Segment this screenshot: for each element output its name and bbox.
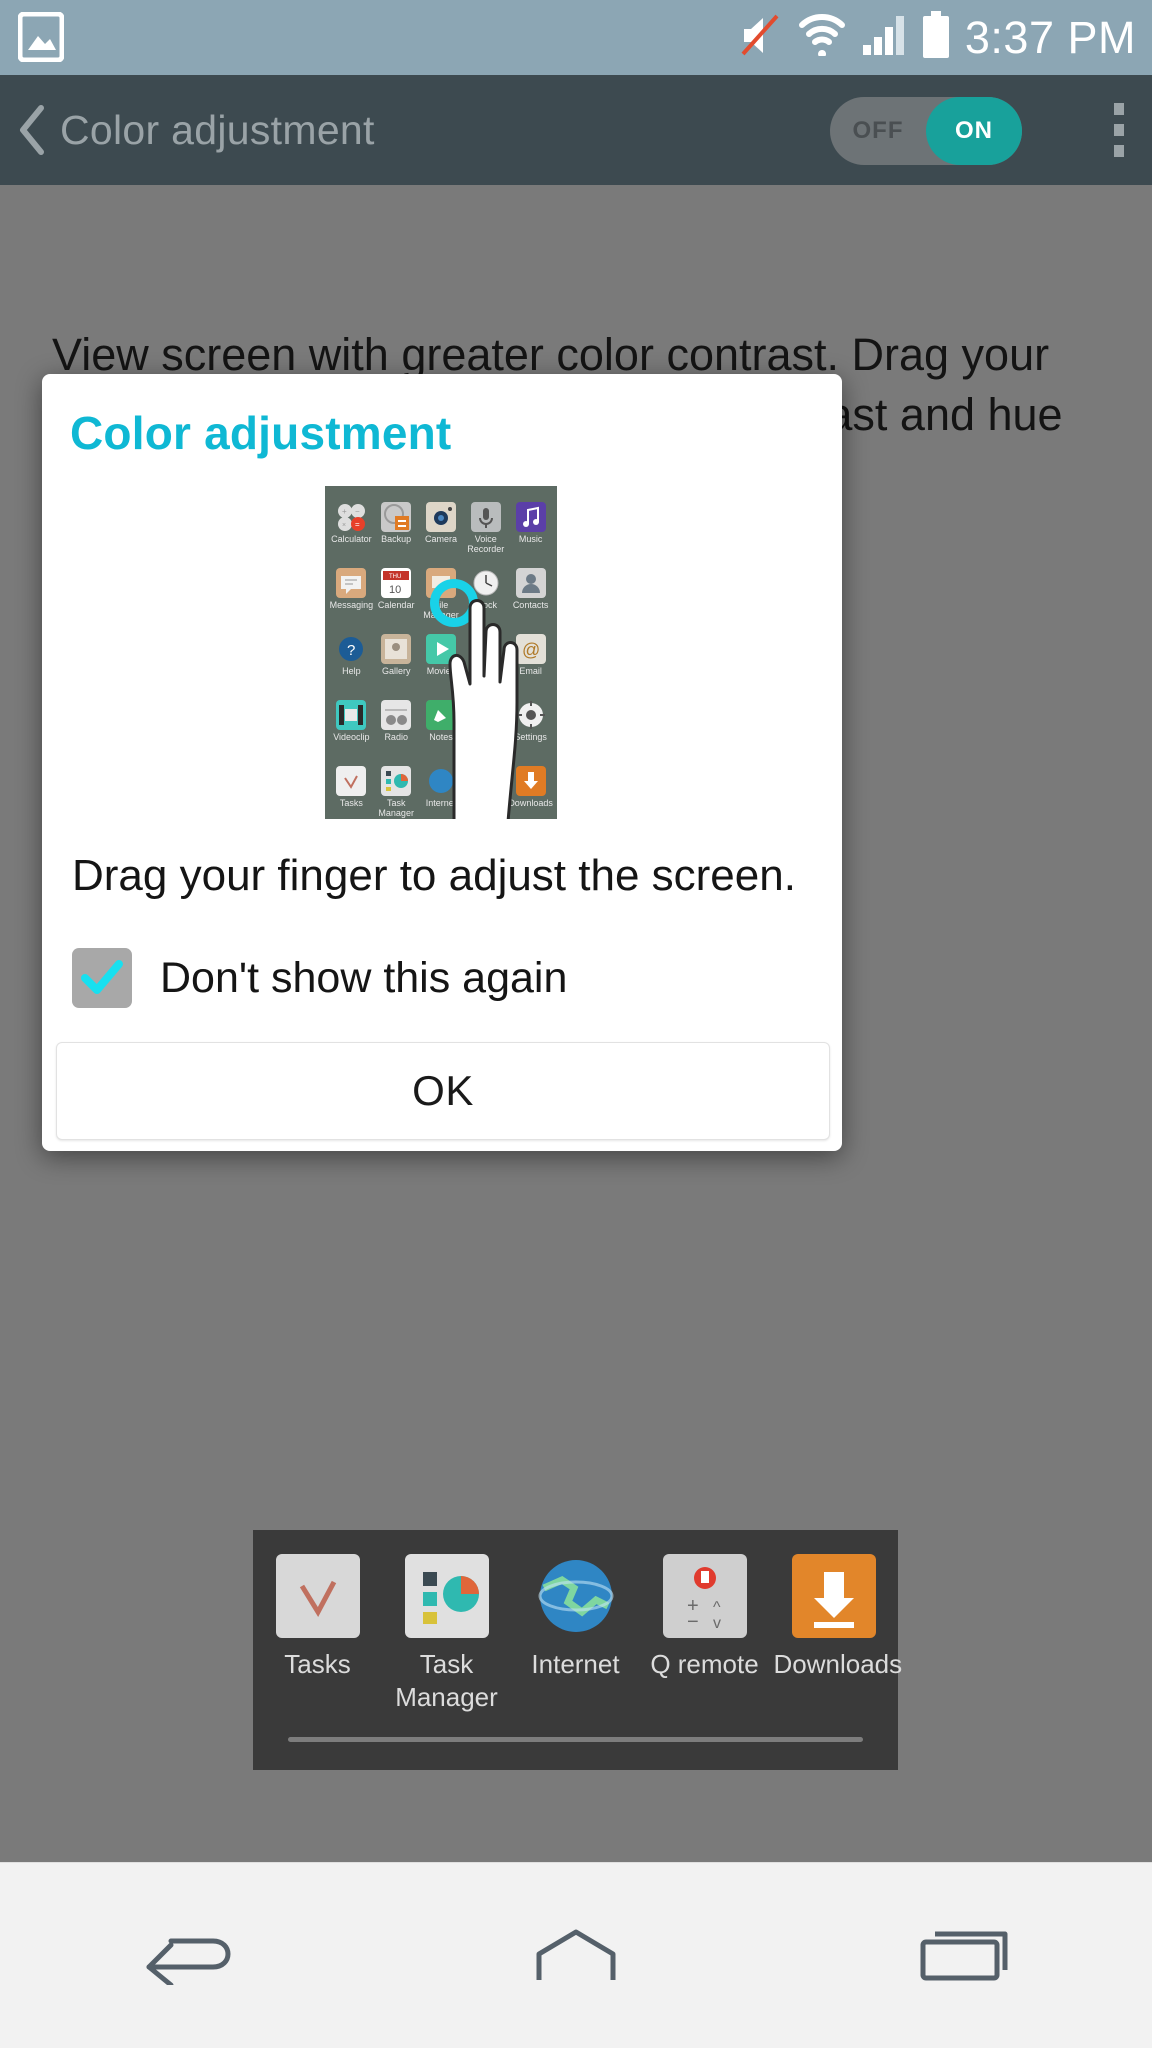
- dialog-message: Drag your finger to adjust the screen.: [72, 851, 796, 900]
- internet-globe-icon: [426, 766, 456, 796]
- app-cell-task-manager: Task Manager: [374, 758, 419, 819]
- color-adjustment-dialog: Color adjustment + − × = Calculator Back…: [42, 374, 842, 1151]
- app-cell-gallery: Gallery: [374, 626, 419, 692]
- app-label: Calendar: [377, 600, 415, 610]
- app-label: Gallery: [381, 666, 411, 676]
- svg-text:−: −: [355, 507, 360, 516]
- app-cell-tasks: Tasks: [329, 758, 374, 819]
- app-label: Movies: [426, 666, 456, 676]
- checkmark-icon: [81, 960, 123, 994]
- dont-show-again-checkbox[interactable]: [72, 948, 132, 1008]
- app-cell-music: Music: [508, 494, 553, 560]
- dont-show-again-label: Don't show this again: [160, 953, 568, 1002]
- app-cell-software-update: Software Update: [463, 626, 508, 692]
- app-label: Smart: [473, 732, 498, 742]
- navigation-bar: [0, 1862, 1152, 2048]
- app-grid: + − × = Calculator Backup Camera Voice R…: [325, 486, 557, 819]
- messaging-icon: [336, 568, 367, 598]
- app-cell-help: ? Help: [329, 626, 374, 692]
- task-manager-icon: [381, 766, 412, 796]
- app-cell-email: @ Email: [508, 626, 553, 692]
- app-cell-settings: Settings: [508, 692, 553, 758]
- app-cell-movies: Movies: [419, 626, 464, 692]
- videoclip-icon: [336, 700, 367, 730]
- app-cell-backup: Backup: [374, 494, 419, 560]
- contacts-icon: [515, 568, 546, 598]
- svg-text:+: +: [342, 507, 347, 516]
- svg-text:×: ×: [342, 522, 346, 529]
- smart-icon: [470, 700, 501, 730]
- app-label: Radio: [384, 732, 408, 742]
- app-cell-messaging: Messaging: [329, 560, 374, 626]
- music-icon: [515, 502, 546, 532]
- app-label: Q remote: [467, 798, 505, 808]
- dont-show-again-row[interactable]: Don't show this again: [72, 948, 567, 1008]
- app-label: Notes: [429, 732, 453, 742]
- app-label: Task Manager: [378, 798, 414, 818]
- app-label: Music: [518, 534, 543, 544]
- dialog-title: Color adjustment: [70, 407, 452, 459]
- app-label: Contacts: [512, 600, 549, 610]
- help-icon: ?: [336, 634, 366, 664]
- software-update-icon: [470, 634, 501, 664]
- backup-icon: [381, 502, 412, 532]
- app-cell-calendar: THU 10 Calendar: [374, 560, 419, 626]
- app-cell-voice-recorder: Voice Recorder: [463, 494, 508, 560]
- app-cell-downloads: Downloads: [508, 758, 553, 819]
- app-label: Internet: [425, 798, 457, 808]
- app-cell-contacts: Contacts: [508, 560, 553, 626]
- settings-gear-icon: [516, 700, 546, 730]
- app-label: Downloads: [508, 798, 553, 808]
- app-cell-internet: Internet: [419, 758, 464, 819]
- app-label: Calculator: [331, 534, 372, 544]
- app-cell-videoclip: Videoclip: [329, 692, 374, 758]
- svg-text:=: =: [355, 520, 360, 529]
- calculator-icon: + − × =: [336, 502, 366, 532]
- app-label: Tasks: [339, 798, 363, 808]
- app-label: Settings: [514, 732, 547, 742]
- app-cell-camera: Camera: [419, 494, 464, 560]
- svg-text:10: 10: [389, 584, 401, 596]
- email-icon: @: [515, 634, 546, 664]
- app-label: Help: [342, 666, 361, 676]
- touch-point-indicator: [430, 579, 478, 627]
- app-label: Backup: [381, 534, 412, 544]
- notes-icon: [425, 700, 456, 730]
- svg-text:THU: THU: [389, 574, 401, 580]
- app-cell-q-remote: Q remote: [463, 758, 508, 819]
- app-label: Software Update: [468, 666, 504, 686]
- downloads-icon: [515, 766, 546, 796]
- app-drawer-preview: + − × = Calculator Backup Camera Voice R…: [325, 486, 557, 819]
- nav-recents-icon[interactable]: [860, 1926, 1060, 1986]
- app-label: Messaging: [329, 600, 374, 610]
- q-remote-icon: [470, 766, 501, 796]
- radio-icon: [381, 700, 412, 730]
- svg-text:@: @: [522, 640, 540, 660]
- app-label: Voice Recorder: [467, 534, 505, 554]
- app-label: Videoclip: [333, 732, 370, 742]
- app-cell-calculator: + − × = Calculator: [329, 494, 374, 560]
- app-cell-smart: Smart: [463, 692, 508, 758]
- nav-back-icon[interactable]: [92, 1927, 292, 1985]
- phone-screen: 3:37 PM Color adjustment OFF ON View scr…: [0, 0, 1152, 2048]
- app-label: Camera: [424, 534, 457, 544]
- voice-recorder-icon: [470, 502, 501, 532]
- app-cell-radio: Radio: [374, 692, 419, 758]
- tasks-icon: [336, 766, 367, 796]
- ok-button[interactable]: OK: [56, 1042, 830, 1140]
- svg-text:?: ?: [347, 642, 355, 659]
- gallery-icon: [381, 634, 412, 664]
- camera-icon: [425, 502, 456, 532]
- movies-icon: [425, 634, 456, 664]
- nav-home-icon[interactable]: [476, 1926, 676, 1986]
- app-label: Email: [519, 666, 542, 676]
- app-cell-notes: Notes: [419, 692, 464, 758]
- calendar-icon: THU 10: [381, 568, 412, 598]
